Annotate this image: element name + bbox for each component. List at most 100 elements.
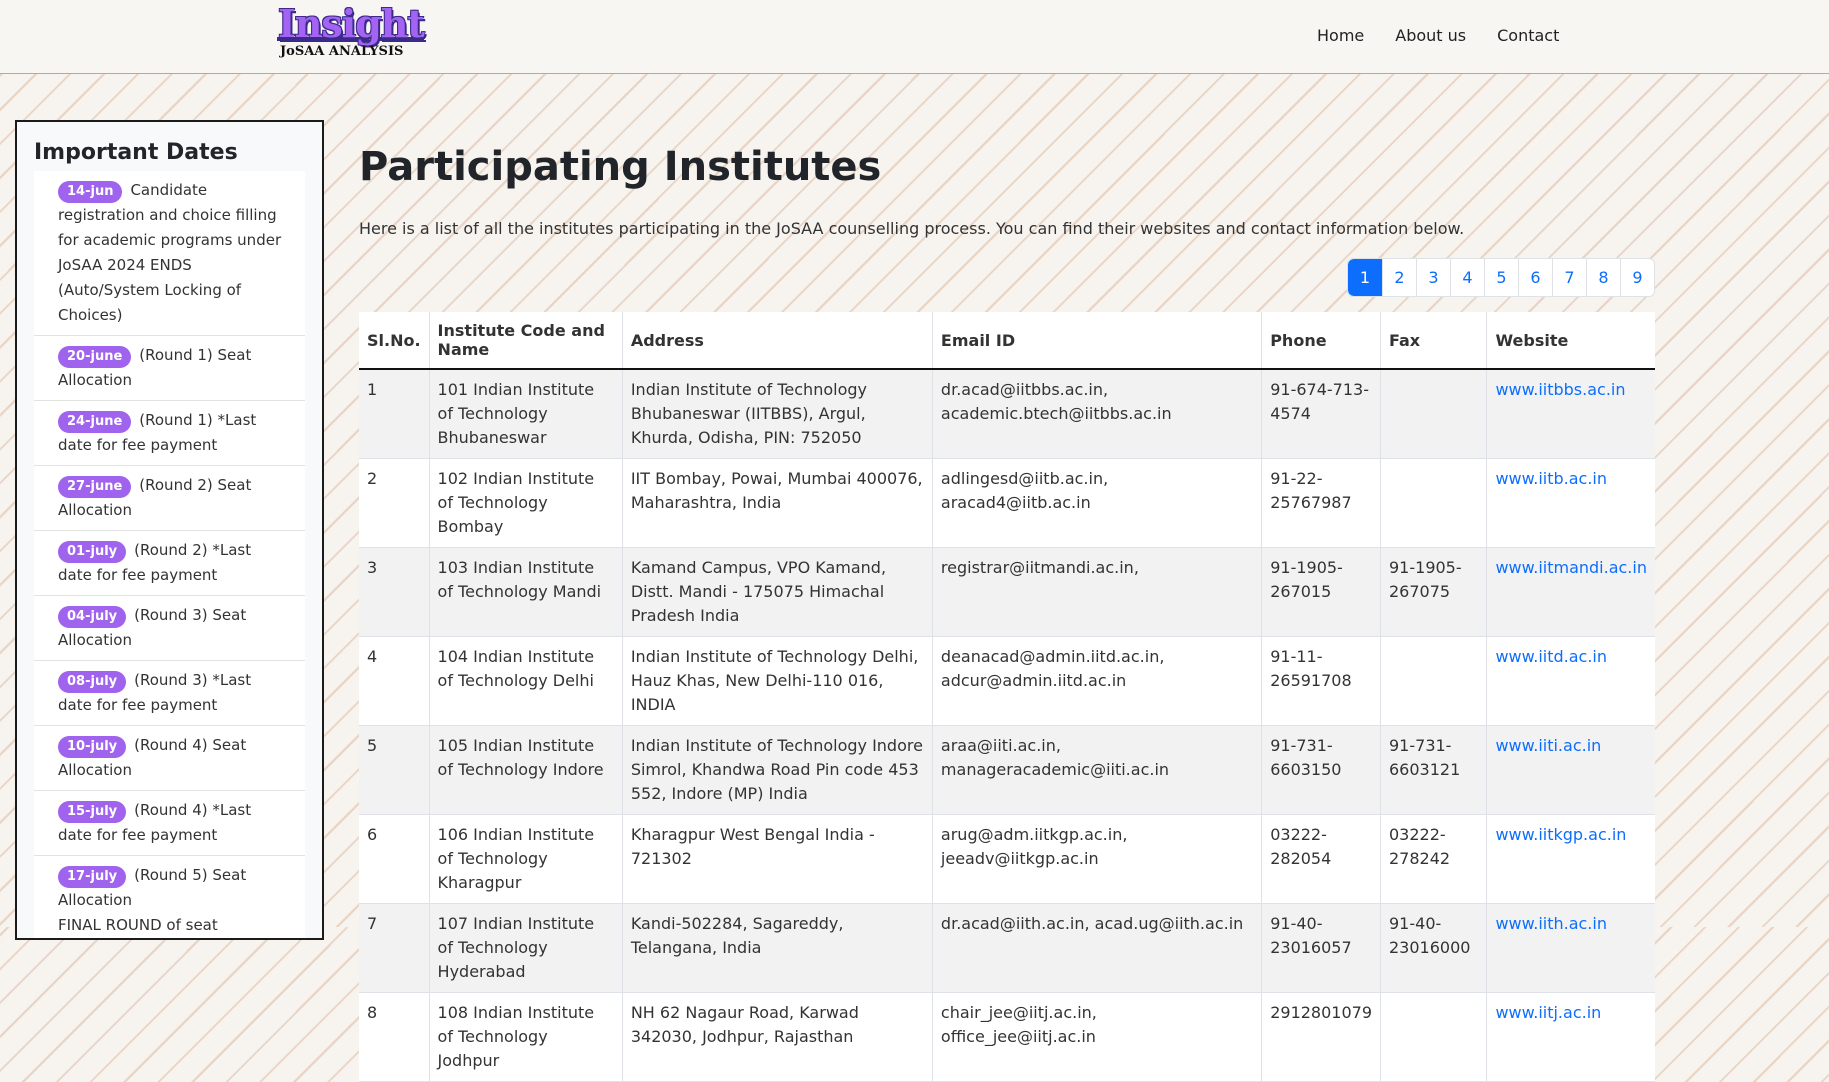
cell-institute: 101 Indian Institute of Technology Bhuba…	[428, 369, 623, 459]
date-item: 24-june (Round 1) *Last date for fee paym…	[34, 401, 305, 466]
date-item: 15-july (Round 4) *Last date for fee paym…	[34, 791, 305, 856]
cell-fax	[1379, 458, 1487, 548]
table-row: 8 108 Indian Institute of Technology Jod…	[359, 992, 1655, 1082]
cell-email: dr.acad@iitbbs.ac.in, academic.btech@iit…	[931, 369, 1262, 459]
cell-website: www.iitbbs.ac.in	[1486, 369, 1655, 459]
cell-phone: 2912801079	[1261, 992, 1381, 1082]
website-link[interactable]: www.iitd.ac.in	[1495, 647, 1607, 666]
brand-logo[interactable]: Insight	[278, 4, 425, 44]
cell-address: NH 62 Nagaur Road, Karwad 342030, Jodhpu…	[621, 992, 933, 1082]
website-link[interactable]: www.iiti.ac.in	[1495, 736, 1601, 755]
cell-address: Kharagpur West Bengal India - 721302	[621, 814, 933, 904]
navbar: Insight JoSAA ANALYSIS Home About us Con…	[0, 0, 1829, 74]
cell-institute: 103 Indian Institute of Technology Mandi	[428, 547, 623, 637]
cell-website: www.iith.ac.in	[1486, 903, 1655, 993]
website-link[interactable]: www.iitmandi.ac.in	[1495, 558, 1647, 577]
page-link-9[interactable]: 9	[1620, 259, 1654, 296]
page-link-5[interactable]: 5	[1484, 259, 1518, 296]
date-text: Candidate registration and choice fillin…	[58, 181, 282, 324]
page-link-8[interactable]: 8	[1586, 259, 1620, 296]
cell-address: Indian Institute of Technology Delhi, Ha…	[621, 636, 933, 726]
cell-fax: 91-731-6603121	[1379, 725, 1487, 815]
nav-contact[interactable]: Contact	[1497, 26, 1559, 45]
cell-email: arug@adm.iitkgp.ac.in, jeeadv@iitkgp.ac.…	[931, 814, 1262, 904]
cell-institute: 105 Indian Institute of Technology Indor…	[428, 725, 623, 815]
page-link-2[interactable]: 2	[1382, 259, 1416, 296]
header-phone: Phone	[1261, 312, 1381, 370]
cell-fax	[1379, 369, 1487, 459]
cell-email: deanacad@admin.iitd.ac.in, adcur@admin.i…	[931, 636, 1262, 726]
cell-institute: 108 Indian Institute of Technology Jodhp…	[428, 992, 623, 1082]
cell-website: www.iitd.ac.in	[1486, 636, 1655, 726]
nav-home[interactable]: Home	[1317, 26, 1364, 45]
cell-slno: 3	[359, 547, 430, 637]
intro-text: Here is a list of all the institutes par…	[359, 219, 1465, 238]
cell-phone: 91-731-6603150	[1261, 725, 1381, 815]
brand[interactable]: Insight JoSAA ANALYSIS	[278, 4, 425, 59]
date-badge: 20-june	[58, 346, 132, 368]
website-link[interactable]: www.iitbbs.ac.in	[1495, 380, 1625, 399]
cell-fax: 91-1905-267075	[1379, 547, 1487, 637]
nav-about-us[interactable]: About us	[1395, 26, 1466, 45]
header-institute: Institute Code and Name	[428, 312, 623, 370]
cell-slno: 2	[359, 458, 430, 548]
cell-website: www.iitkgp.ac.in	[1486, 814, 1655, 904]
table-row: 4 104 Indian Institute of Technology Del…	[359, 636, 1655, 726]
date-item: 14-jun Candidate registration and choice …	[34, 171, 305, 336]
table-row: 7 107 Indian Institute of Technology Hyd…	[359, 903, 1655, 993]
nav-links: Home About us Contact	[1317, 26, 1559, 45]
date-item: 01-july (Round 2) *Last date for fee paym…	[34, 531, 305, 596]
cell-slno: 1	[359, 369, 430, 459]
date-badge: 27-june	[58, 476, 132, 498]
cell-slno: 5	[359, 725, 430, 815]
table-row: 3 103 Indian Institute of Technology Man…	[359, 547, 1655, 637]
date-item: 17-july (Round 5) Seat Allocation FINAL RO…	[34, 856, 305, 938]
cell-website: www.iitb.ac.in	[1486, 458, 1655, 548]
page-title: Participating Institutes	[359, 144, 882, 190]
cell-institute: 104 Indian Institute of Technology Delhi	[428, 636, 623, 726]
page-link-3[interactable]: 3	[1416, 259, 1450, 296]
website-link[interactable]: www.iitkgp.ac.in	[1495, 825, 1626, 844]
page-link-7[interactable]: 7	[1552, 259, 1586, 296]
header-address: Address	[621, 312, 933, 370]
website-link[interactable]: www.iitb.ac.in	[1495, 469, 1607, 488]
cell-address: Kamand Campus, VPO Kamand, Distt. Mandi …	[621, 547, 933, 637]
pagination: 1 2 3 4 5 6 7 8 9	[1347, 258, 1655, 297]
table-header-row: Sl.No. Institute Code and Name Address E…	[359, 312, 1655, 370]
sidebar-title: Important Dates	[34, 140, 238, 165]
date-item: 20-june (Round 1) Seat Allocation	[34, 336, 305, 401]
table-row: 5 105 Indian Institute of Technology Ind…	[359, 725, 1655, 815]
website-link[interactable]: www.iith.ac.in	[1495, 914, 1607, 933]
cell-slno: 7	[359, 903, 430, 993]
brand-subtitle: JoSAA ANALYSIS	[280, 44, 404, 59]
header-email: Email ID	[931, 312, 1262, 370]
date-badge: 17-july	[58, 866, 127, 888]
cell-slno: 4	[359, 636, 430, 726]
important-dates-sidebar: Important Dates 14-jun Candidate registra…	[15, 120, 324, 940]
page-link-4[interactable]: 4	[1450, 259, 1484, 296]
date-badge: 10-july	[58, 736, 127, 758]
table-row: 2 102 Indian Institute of Technology Bom…	[359, 458, 1655, 548]
website-link[interactable]: www.iitj.ac.in	[1495, 1003, 1601, 1022]
date-badge: 01-july	[58, 541, 127, 563]
cell-address: Kandi-502284, Sagareddy, Telangana, Indi…	[621, 903, 933, 993]
cell-email: dr.acad@iith.ac.in, acad.ug@iith.ac.in	[931, 903, 1262, 993]
date-item: 04-july (Round 3) Seat Allocation	[34, 596, 305, 661]
date-item: 27-june (Round 2) Seat Allocation	[34, 466, 305, 531]
cell-phone: 91-674-713-4574	[1261, 369, 1381, 459]
page-link-6[interactable]: 6	[1518, 259, 1552, 296]
cell-phone: 91-40-23016057	[1261, 903, 1381, 993]
cell-fax	[1379, 636, 1487, 726]
date-badge: 04-july	[58, 606, 127, 628]
cell-fax: 03222-278242	[1379, 814, 1487, 904]
table-row: 1 101 Indian Institute of Technology Bhu…	[359, 369, 1655, 459]
cell-address: Indian Institute of Technology Indore Si…	[621, 725, 933, 815]
cell-phone: 91-1905-267015	[1261, 547, 1381, 637]
cell-phone: 03222-282054	[1261, 814, 1381, 904]
date-badge: 08-july	[58, 671, 127, 693]
date-badge: 14-jun	[58, 181, 123, 203]
cell-email: araa@iiti.ac.in, manageracademic@iiti.ac…	[931, 725, 1262, 815]
cell-address: Indian Institute of Technology Bhubanesw…	[621, 369, 933, 459]
page-link-1[interactable]: 1	[1348, 259, 1382, 296]
header-fax: Fax	[1379, 312, 1487, 370]
